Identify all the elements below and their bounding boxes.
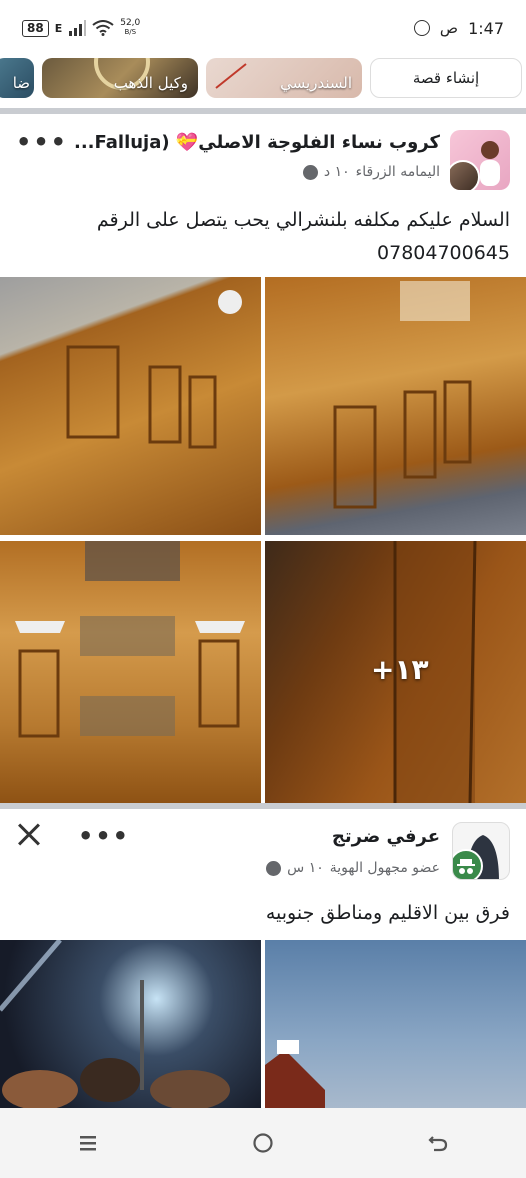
back-button[interactable] <box>418 1123 458 1163</box>
story-card[interactable]: ضا <box>0 58 34 98</box>
back-icon <box>428 1136 448 1152</box>
author-avatar[interactable] <box>450 160 480 190</box>
stories-strip: ضا وكيل الذهب السندريسي إنشاء قصة <box>0 56 526 102</box>
group-avatar[interactable] <box>450 130 510 190</box>
status-right: ص 1:47 <box>413 18 504 38</box>
story-card[interactable]: السندريسي <box>206 58 362 98</box>
battery-indicator: 88 <box>22 19 49 37</box>
privacy-icon <box>302 164 318 180</box>
privacy-icon <box>266 860 282 876</box>
system-nav-bar <box>0 1108 526 1178</box>
more-photos-count: +١٣ <box>371 653 429 686</box>
post-text: السلام عليكم مكلفه بلنشرالي يحب يتصل على… <box>97 204 510 270</box>
cabinet-image <box>66 290 242 449</box>
building-image <box>265 1040 325 1108</box>
crowd-image <box>0 940 230 1108</box>
post-photo[interactable] <box>0 940 261 1108</box>
author-name[interactable]: اليمامه الزرقاء <box>356 164 440 180</box>
wifi-icon <box>92 20 114 36</box>
post-photo[interactable] <box>265 277 526 535</box>
ampm: ص <box>439 19 459 37</box>
post-time: ١٠ د <box>323 164 350 180</box>
member-label: عضو مجهول الهوية <box>329 860 440 876</box>
cabinet-image <box>15 541 245 738</box>
post-photo[interactable]: +١٣ <box>265 541 526 803</box>
net-speed: 52,0 B/S <box>120 19 140 37</box>
home-icon <box>253 1133 273 1153</box>
story-label: وكيل الذهب <box>113 74 188 92</box>
status-bar: 88 E 52,0 B/S ص 1:47 <box>0 0 526 56</box>
anonymous-badge-icon <box>453 849 483 879</box>
more-options-icon[interactable]: ••• <box>78 822 130 850</box>
net-speed-unit: B/S <box>124 28 137 36</box>
recent-apps-icon <box>79 1136 96 1151</box>
post-photo[interactable] <box>0 541 261 803</box>
story-label: السندريسي <box>280 74 352 92</box>
signal-icon <box>69 20 87 36</box>
author-name[interactable]: عرفي ضرتج <box>332 826 440 847</box>
create-story-label: إنشاء قصة <box>412 69 480 87</box>
author-avatar[interactable] <box>452 822 510 880</box>
post-photo[interactable] <box>265 940 526 1108</box>
story-card[interactable]: وكيل الذهب <box>42 58 198 98</box>
story-label: ضا <box>12 74 30 92</box>
post-photo[interactable] <box>0 277 261 535</box>
post-text-line: السلام عليكم مكلفه بلنشرالي يحب يتصل على… <box>96 209 510 231</box>
post-phone[interactable]: 07804700645 <box>97 237 510 270</box>
whatsapp-icon <box>413 20 430 36</box>
section-divider <box>0 108 526 114</box>
create-story-button[interactable]: إنشاء قصة <box>370 58 522 98</box>
group-name[interactable]: كروب نساء الفلوجة الاصلي💝 (Falluja... <box>74 132 440 153</box>
post-header: عرفي ضرتج عضو مجهول الهوية ١٠ س ••• <box>0 820 526 884</box>
clock: 1:47 <box>468 18 504 38</box>
post-meta: عضو مجهول الهوية ١٠ س <box>266 860 440 876</box>
post-text: فرق بين الاقليم ومناطق جنوبيه <box>265 902 510 924</box>
post-header: كروب نساء الفلوجة الاصلي💝 (Falluja... ال… <box>0 126 526 190</box>
network-type: E <box>54 21 63 35</box>
recent-apps-button[interactable] <box>68 1123 108 1163</box>
status-left: 88 E 52,0 B/S <box>22 19 140 37</box>
net-speed-value: 52,0 <box>120 18 141 28</box>
more-options-icon[interactable]: ••• <box>16 128 68 156</box>
post-time: ١٠ س <box>287 860 324 876</box>
section-divider <box>0 803 526 809</box>
cabinet-image <box>333 281 472 509</box>
post-meta: اليمامه الزرقاء ١٠ د <box>302 164 440 180</box>
home-button[interactable] <box>243 1123 283 1163</box>
